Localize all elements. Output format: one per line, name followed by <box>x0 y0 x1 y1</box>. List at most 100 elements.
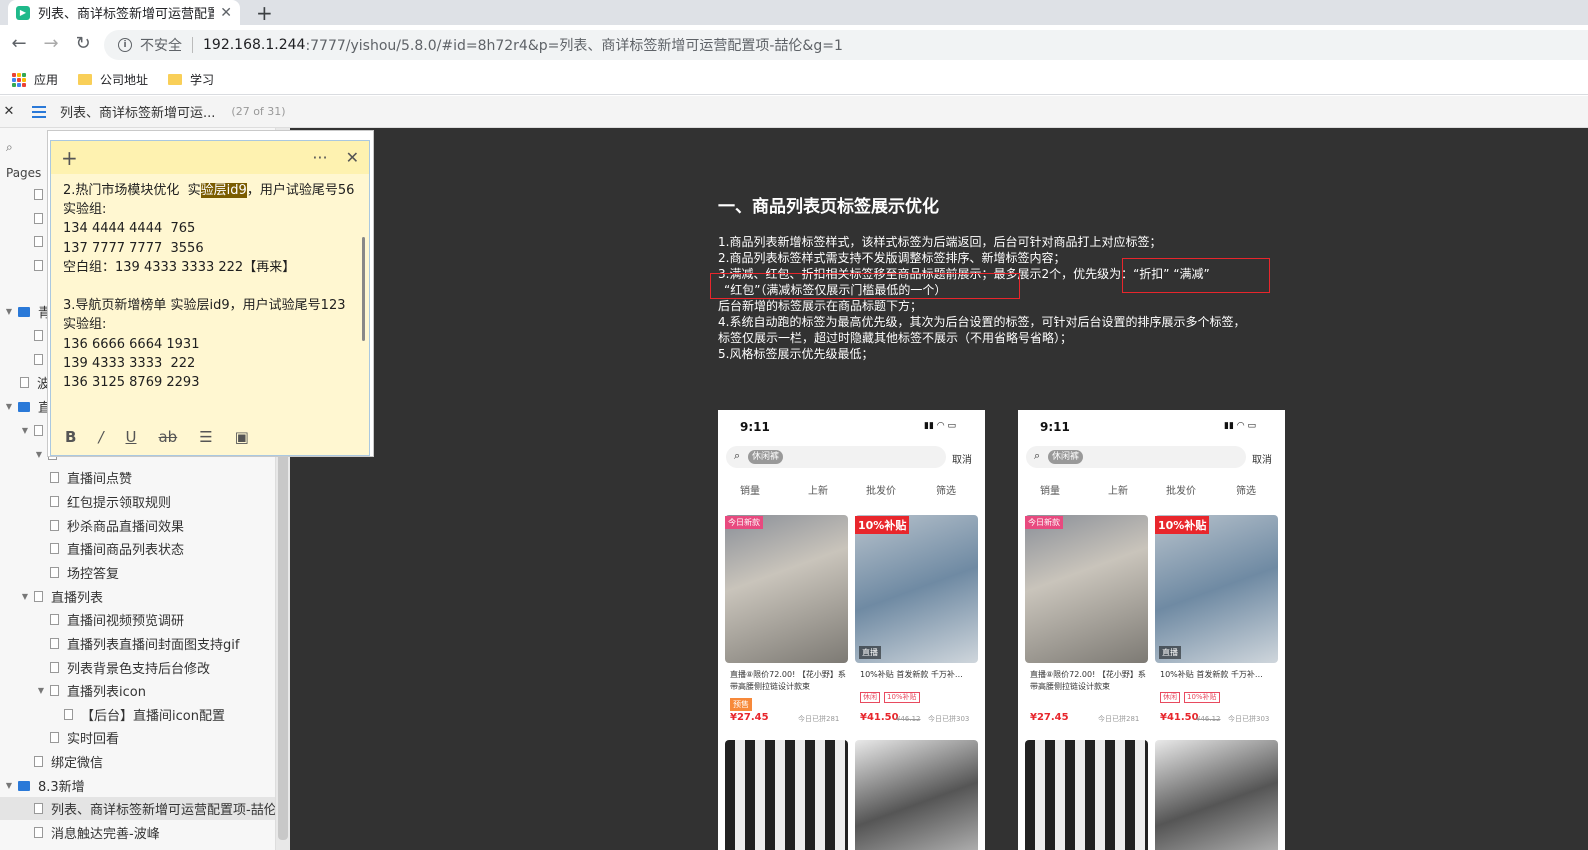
tree-item[interactable]: 直播间视频预览调研 <box>0 608 275 631</box>
note-body: 实验组: 134 4444 4444 765 137 7777 7777 355… <box>63 202 346 391</box>
url-path: :7777/yishou/5.8.0/#id=8h72r4&p=列表、商详标签新… <box>305 38 843 54</box>
image-icon[interactable]: ▣ <box>235 428 249 446</box>
info-icon[interactable]: i <box>118 38 132 52</box>
tree-item[interactable]: ▼ 直播列表icon <box>0 679 275 702</box>
note-scrollbar[interactable] <box>362 237 365 341</box>
tree-item[interactable]: 绑定微信 <box>0 750 275 773</box>
sort-sales[interactable]: 销量 <box>1040 482 1060 497</box>
bookmark-study[interactable]: 学习 <box>168 71 214 88</box>
tree-label: 直播间商品列表状态 <box>67 543 185 558</box>
note-text[interactable]: 2.热门市场模块优化 实验层id9，用户试验尾号56 实验组: 134 4444… <box>63 181 359 392</box>
sort-price[interactable]: 批发价 <box>1166 482 1196 497</box>
filter-chip[interactable]: 休闲裤 <box>748 450 784 464</box>
italic-icon[interactable]: / <box>98 428 103 446</box>
phone-mockup: 9:11 ▮▮ ◠ ▭ ⌕ 休闲裤 取消 销量 上新 批发价 筛选 今日新款 1… <box>1018 410 1285 850</box>
page-icon <box>50 662 59 673</box>
product-image[interactable] <box>855 515 978 663</box>
page-icon <box>64 709 73 720</box>
underline-icon[interactable]: U <box>126 428 137 446</box>
filter-chip[interactable]: 休闲裤 <box>1048 450 1084 464</box>
reload-icon[interactable]: ↻ <box>72 33 94 54</box>
sold-count: 今日已拼281 <box>798 715 840 723</box>
tree-label: 直播间点赞 <box>67 472 133 487</box>
caret-down-icon[interactable]: ▼ <box>4 402 14 411</box>
product-image[interactable] <box>725 515 848 663</box>
doc-line: 4.系统自动跑的标签为最高优先级，其次为后台设置的标签，可针对后台设置的排序展示… <box>718 315 1246 329</box>
address-bar[interactable]: i 不安全 192.168.1.244 :7777/yishou/5.8.0/#… <box>104 30 1588 60</box>
tag: 10%补贴 <box>884 692 920 703</box>
back-arrow-icon[interactable]: ← <box>8 33 30 54</box>
tab-title: 列表、商详标签新增可运营配置项 <box>38 7 215 22</box>
tree-item[interactable]: 红包提示领取规则 <box>0 490 275 513</box>
tree-item[interactable]: ▼ 直播列表 <box>0 585 275 608</box>
bookmark-label: 学习 <box>190 73 215 87</box>
tree-item[interactable]: 直播列表直播间封面图支持gif <box>0 632 275 655</box>
tree-label: 直播列表icon <box>67 685 146 700</box>
tag: 10%补贴 <box>1184 692 1220 703</box>
forward-arrow-icon[interactable]: → <box>40 33 62 54</box>
tab-favicon-icon: ▶ <box>16 5 30 20</box>
tree-item[interactable]: 直播间点赞 <box>0 466 275 489</box>
caret-down-icon[interactable]: ▼ <box>20 426 30 435</box>
product-image[interactable] <box>855 740 978 850</box>
tree-item[interactable]: 直播间商品列表状态 <box>0 537 275 560</box>
new-tab-icon[interactable]: + <box>256 1 273 25</box>
menu-icon[interactable] <box>32 105 46 118</box>
tree-item[interactable]: 【后台】直播间icon配置 <box>0 703 275 726</box>
caret-down-icon[interactable]: ▼ <box>4 307 14 316</box>
cancel-button[interactable]: 取消 <box>1252 451 1272 466</box>
bookmark-apps[interactable]: 应用 <box>12 71 58 88</box>
search-icon[interactable]: ⌕ <box>6 140 13 155</box>
sort-filter[interactable]: 筛选 <box>1236 482 1256 497</box>
tree-label: 场控答复 <box>67 567 120 582</box>
close-icon[interactable]: ✕ <box>346 148 359 167</box>
sort-filter[interactable]: 筛选 <box>936 482 956 497</box>
tree-item-selected[interactable]: 列表、商详标签新增可运营配置项-喆伦 <box>0 797 276 820</box>
tree-folder[interactable]: ▼ 8.3新增 <box>0 774 275 797</box>
bookmark-company[interactable]: 公司地址 <box>78 71 148 88</box>
tree-item[interactable]: 消息触达完善-波峰 <box>0 821 275 844</box>
sort-new[interactable]: 上新 <box>1108 482 1128 497</box>
page-icon <box>34 591 43 602</box>
more-icon[interactable]: ··· <box>312 148 327 167</box>
add-note-icon[interactable]: + <box>61 146 78 170</box>
product-name: 直播⑧限价72.00! 【花小野】系带高腰侧拉链设计款束 <box>1030 670 1146 691</box>
caret-down-icon[interactable]: ▼ <box>20 592 30 601</box>
list-icon[interactable]: ☰ <box>199 428 212 446</box>
navigation-bar: ← → ↻ i 不安全 192.168.1.244 :7777/yishou/5… <box>0 25 1588 65</box>
product-image[interactable] <box>1155 515 1278 663</box>
tag: 休闲 <box>1160 692 1180 703</box>
tree-label: 直播间视频预览调研 <box>67 614 185 629</box>
product-image[interactable] <box>1025 515 1148 663</box>
product-image[interactable] <box>1025 740 1148 850</box>
page-icon <box>34 827 43 838</box>
original-price: ¥46.12 <box>1196 715 1221 723</box>
page-icon <box>50 567 59 578</box>
tree-item[interactable]: 场控答复 <box>0 561 275 584</box>
strikethrough-icon[interactable]: ab <box>158 428 177 446</box>
sort-new[interactable]: 上新 <box>808 482 828 497</box>
sort-price[interactable]: 批发价 <box>866 482 896 497</box>
tree-label: 列表、商详标签新增可运营配置项-喆伦 <box>51 803 276 818</box>
bold-icon[interactable]: B <box>65 428 76 446</box>
sort-sales[interactable]: 销量 <box>740 482 760 497</box>
product-price: ¥27.45 <box>730 712 769 723</box>
sticky-note-window[interactable]: + ··· ✕ 2.热门市场模块优化 实验层id9，用户试验尾号56 实验组: … <box>47 130 374 457</box>
caret-down-icon[interactable]: ▼ <box>34 450 44 459</box>
tab-close-icon[interactable]: ✕ <box>220 5 232 21</box>
tree-item[interactable]: 秒杀商品直播间效果 <box>0 514 275 537</box>
product-name: 10%补贴 首发新款 千万补… <box>860 670 963 679</box>
tree-item[interactable]: 列表背景色支持后台修改 <box>0 656 275 679</box>
viewer-toolbar: ✕ 列表、商详标签新增可运... (27 of 31) <box>0 96 1588 128</box>
close-sidebar-icon[interactable]: ✕ <box>0 104 18 119</box>
product-image[interactable] <box>725 740 848 850</box>
browser-tab[interactable]: ▶ 列表、商详标签新增可运营配置项 ✕ <box>8 0 240 25</box>
search-icon: ⌕ <box>734 449 741 462</box>
cancel-button[interactable]: 取消 <box>952 451 972 466</box>
tree-item[interactable]: 实时回看 <box>0 726 275 749</box>
caret-down-icon[interactable]: ▼ <box>4 781 14 790</box>
page-icon <box>34 213 43 224</box>
product-image[interactable] <box>1155 740 1278 850</box>
new-badge: 今日新款 <box>1025 516 1063 529</box>
caret-down-icon[interactable]: ▼ <box>36 686 46 695</box>
